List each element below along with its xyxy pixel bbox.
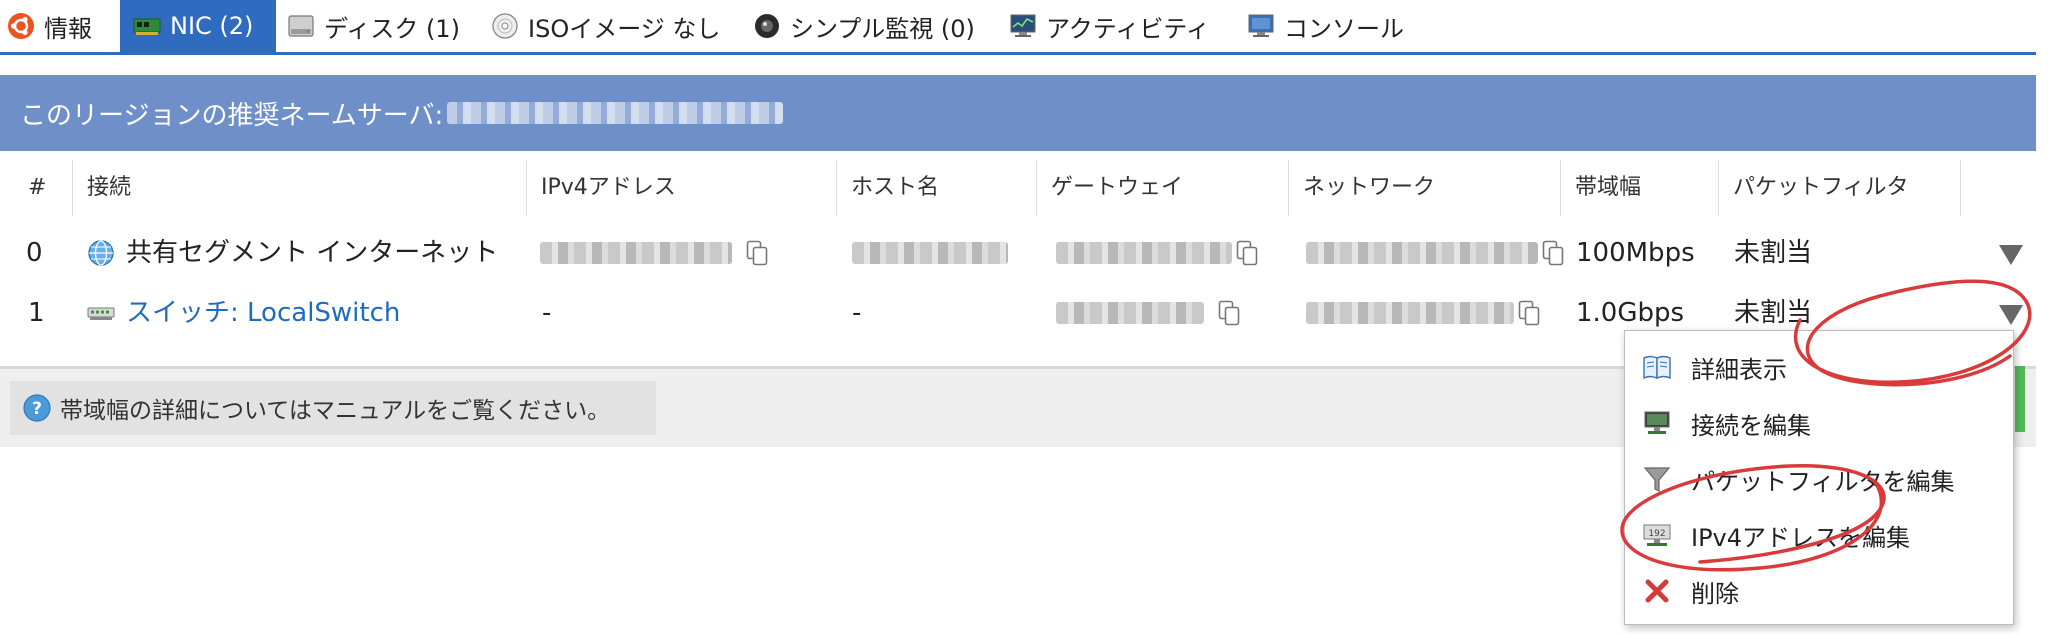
bandwidth-cell: 100Mbps: [1576, 238, 1695, 268]
row-index: 0: [26, 238, 43, 268]
bandwidth-help-note: ? 帯域幅の詳細についてはマニュアルをご覧ください。: [10, 381, 656, 435]
status-edge: [2015, 366, 2025, 432]
header-bandwidth: 帯域幅: [1560, 160, 1718, 216]
row-context-menu: 詳細表示 接続を編集 パケットフィルタを編集 192 IPv4アドレスを編集 削…: [1624, 330, 2014, 625]
header-connection: 接続: [72, 160, 526, 216]
bandwidth-help-text: 帯域幅の詳細についてはマニュアルをご覧ください。: [60, 398, 611, 424]
svg-text:192: 192: [1648, 529, 1665, 539]
console-icon: [1248, 14, 1274, 37]
switch-icon: [87, 307, 115, 320]
header-hostname: ホスト名: [836, 160, 1036, 216]
nic-table-header: # 接続 IPv4アドレス ホスト名 ゲートウェイ ネットワーク 帯域幅 パケッ…: [0, 160, 2036, 216]
menu-item-edit-packet-filter-label: パケットフィルタを編集: [1691, 467, 1955, 496]
ubuntu-icon: [8, 13, 34, 39]
hostname-cell: [852, 223, 1022, 283]
copy-icon[interactable]: [1218, 300, 1240, 326]
book-icon: [1643, 355, 1671, 380]
connection-cell: スイッチ: LocalSwitch: [86, 283, 400, 343]
header-ipv4: IPv4アドレス: [526, 160, 836, 216]
nic-panel: 情報 NIC (2) ディスク (1) ISOイメージ なし シンプル監視 (0…: [0, 0, 2048, 634]
hostname-cell: -: [852, 298, 862, 328]
menu-item-delete-label: 削除: [1691, 579, 1739, 608]
connection-label: 共有セグメント インターネット: [126, 238, 499, 268]
row-index: 1: [28, 298, 45, 328]
activity-monitor-icon: [1010, 14, 1036, 37]
disk-icon: [288, 15, 314, 37]
connection-cell: 共有セグメント インターネット: [86, 223, 498, 283]
hostname-redacted: [852, 242, 1008, 264]
header-actions: [1960, 160, 2036, 216]
header-gateway: ゲートウェイ: [1036, 160, 1288, 216]
tab-nic[interactable]: NIC (2): [120, 0, 276, 52]
tab-activity[interactable]: アクティビティ: [1008, 0, 1216, 52]
menu-item-delete[interactable]: 削除: [1641, 563, 1739, 619]
menu-item-edit-connection[interactable]: 接続を編集: [1641, 395, 1811, 451]
tab-simple-monitor[interactable]: シンプル監視 (0): [752, 0, 988, 52]
tab-disk[interactable]: ディスク (1): [286, 0, 462, 52]
filter-funnel-icon: [1643, 467, 1671, 492]
menu-item-details-label: 詳細表示: [1691, 355, 1787, 384]
tab-simple-monitor-label: シンプル監視 (0): [790, 14, 975, 43]
globe-icon: [88, 240, 114, 266]
row-menu-toggle[interactable]: [1999, 305, 2023, 325]
header-packet-filter: パケットフィルタ: [1718, 160, 1960, 216]
nameserver-redacted: [447, 102, 784, 124]
tab-console-label: コンソール: [1284, 14, 1404, 43]
ipv4-redacted: [540, 242, 732, 264]
menu-item-edit-ipv4-label: IPv4アドレスを編集: [1691, 523, 1911, 552]
table-row: 0 共有セグメント インターネット 100Mbps 未割当: [0, 223, 2036, 283]
svg-text:?: ?: [32, 399, 42, 419]
network-cell: [1306, 223, 1564, 283]
menu-item-edit-ipv4[interactable]: 192 IPv4アドレスを編集: [1641, 507, 1910, 563]
delete-x-icon: [1645, 579, 1669, 603]
tab-disk-label: ディスク (1): [324, 14, 460, 43]
network-edit-icon: [1644, 411, 1670, 434]
monitor-camera-icon: [755, 14, 779, 38]
nameserver-banner-text: このリージョンの推奨ネームサーバ:: [20, 100, 444, 131]
copy-icon[interactable]: [1518, 300, 1540, 326]
network-redacted: [1306, 242, 1538, 264]
gateway-redacted: [1056, 242, 1232, 264]
row-menu-toggle[interactable]: [1999, 245, 2023, 265]
network-redacted: [1306, 302, 1514, 324]
menu-item-details[interactable]: 詳細表示: [1641, 339, 1787, 395]
ipv4-cell: [540, 223, 768, 283]
tab-info-label: 情報: [44, 14, 92, 43]
tab-activity-label: アクティビティ: [1046, 14, 1210, 43]
copy-icon[interactable]: [1542, 240, 1564, 266]
gateway-cell: [1056, 223, 1258, 283]
ip-edit-icon: 192: [1643, 524, 1671, 546]
tab-nic-label: NIC (2): [170, 12, 254, 40]
gateway-cell: [1056, 283, 1240, 343]
menu-item-edit-connection-label: 接続を編集: [1691, 411, 1811, 440]
gateway-redacted: [1056, 302, 1204, 324]
tab-iso[interactable]: ISOイメージ なし: [490, 0, 730, 52]
header-network: ネットワーク: [1288, 160, 1560, 216]
ipv4-cell: -: [542, 298, 552, 328]
cd-icon: [492, 13, 518, 39]
header-index: #: [28, 175, 47, 200]
help-icon[interactable]: ?: [22, 393, 52, 423]
tab-console[interactable]: コンソール: [1246, 0, 1416, 52]
tab-info[interactable]: 情報: [6, 0, 116, 52]
copy-icon[interactable]: [746, 240, 768, 266]
switch-link[interactable]: スイッチ: LocalSwitch: [126, 283, 400, 343]
nameserver-banner: このリージョンの推奨ネームサーバ:: [0, 75, 2036, 151]
tab-bar: 情報 NIC (2) ディスク (1) ISOイメージ なし シンプル監視 (0…: [0, 0, 2036, 55]
packet-filter-cell: 未割当: [1734, 238, 1813, 268]
nic-card-icon: [133, 18, 161, 35]
tab-iso-label: ISOイメージ なし: [528, 14, 721, 43]
menu-item-edit-packet-filter[interactable]: パケットフィルタを編集: [1641, 451, 1955, 507]
copy-icon[interactable]: [1236, 240, 1258, 266]
network-cell: [1306, 283, 1540, 343]
